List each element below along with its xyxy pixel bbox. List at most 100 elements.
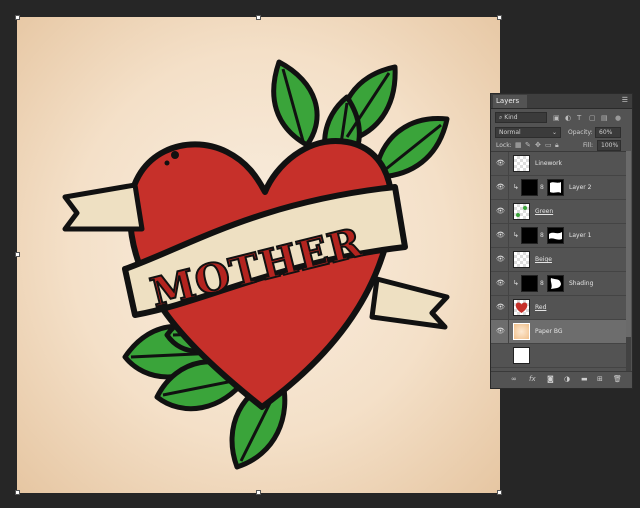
- filter-shape-icon[interactable]: ▢: [589, 113, 596, 124]
- transform-handle-tr[interactable]: [497, 15, 502, 20]
- chevron-down-icon: ⌄: [551, 129, 557, 136]
- eye-divider: [508, 296, 509, 320]
- layer-name: Layer 1: [569, 232, 592, 239]
- scrollbar-thumb[interactable]: [626, 151, 631, 337]
- mask-thumbnail: [547, 275, 564, 292]
- heart-shine-dot: [171, 151, 179, 159]
- panel-header: Layers ☰: [491, 94, 632, 109]
- link-chain-icon: 8: [540, 232, 544, 239]
- tattoo-artwork: MOTHER: [62, 59, 450, 470]
- layer-name: Red: [535, 304, 547, 311]
- filter-kind-label: Kind: [504, 114, 518, 121]
- lock-pixels-icon[interactable]: ✎: [525, 140, 531, 151]
- new-layer-icon[interactable]: ⊞: [597, 374, 603, 385]
- panel-footer: ∞ fx ◙ ◑ ▬ ⊞ 🗑︎: [491, 371, 632, 388]
- filter-toggle-icon[interactable]: ●: [615, 113, 621, 124]
- layers-panel: Layers ☰ ⌕ Kind ▣ ◐ T ▢ ▤ ● Normal ⌄ Opa…: [490, 93, 633, 389]
- layer-name: Shading: [569, 280, 594, 287]
- red-heart-preview: [515, 302, 528, 313]
- eye-divider: [508, 152, 509, 176]
- opacity-value: 60%: [599, 129, 613, 136]
- layer-thumbnail: [513, 203, 530, 220]
- blend-row: Normal ⌄ Opacity: 60%: [491, 126, 632, 140]
- filter-pixel-icon[interactable]: ▣: [553, 113, 560, 124]
- mask-shape: [549, 232, 562, 240]
- mask-shape: [550, 278, 561, 289]
- transform-handle-ml[interactable]: [15, 252, 20, 257]
- layer-row-beige[interactable]: 👁︎ Beige: [491, 248, 627, 272]
- eye-divider: [508, 272, 509, 296]
- filter-row: ⌕ Kind ▣ ◐ T ▢ ▤ ●: [491, 111, 632, 125]
- clip-arrow-icon: ↳: [513, 183, 519, 191]
- layer-row-paper-bg[interactable]: 👁︎ Paper BG: [491, 320, 627, 344]
- visibility-eye-icon[interactable]: 👁︎: [496, 327, 505, 335]
- adjustment-icon[interactable]: ◑: [564, 374, 570, 385]
- layer-list-scrollbar[interactable]: [626, 151, 631, 373]
- panel-menu-icon[interactable]: ☰: [622, 96, 628, 104]
- lock-position-icon[interactable]: ✥: [535, 140, 541, 151]
- mask-icon[interactable]: ◙: [547, 374, 554, 385]
- visibility-eye-icon[interactable]: 👁︎: [496, 231, 505, 239]
- lock-all-icon[interactable]: 🔒︎: [555, 140, 559, 151]
- transform-handle-br[interactable]: [497, 490, 502, 495]
- layer-row-shading[interactable]: 👁︎ ↳ 8 Shading: [491, 272, 627, 296]
- layer-thumbnail: [513, 155, 530, 172]
- trash-icon[interactable]: 🗑︎: [613, 374, 622, 385]
- visibility-eye-icon[interactable]: 👁︎: [496, 159, 505, 167]
- layer-name: Linework: [535, 160, 563, 167]
- layer-row-layer-2[interactable]: 👁︎ ↳ 8 Layer 2: [491, 176, 627, 200]
- adjustment-thumbnail: [521, 227, 538, 244]
- layer-row-partial: [491, 344, 627, 368]
- layer-name: Layer 2: [569, 184, 592, 191]
- blend-mode-select[interactable]: Normal ⌄: [495, 127, 561, 138]
- banner-tail-right: [369, 276, 450, 330]
- eye-divider: [508, 248, 509, 272]
- mask-thumbnail: [547, 227, 564, 244]
- tab-layers[interactable]: Layers: [493, 95, 527, 108]
- layer-list: 👁︎ Linework 👁︎ ↳ 8 Layer 2 👁︎ Green 👁︎ ↳…: [491, 151, 627, 374]
- visibility-eye-icon[interactable]: 👁︎: [496, 279, 505, 287]
- lock-transparent-icon[interactable]: ▦: [515, 140, 522, 151]
- link-chain-icon: 8: [540, 184, 544, 191]
- filter-adjustment-icon[interactable]: ◐: [565, 113, 571, 124]
- document-canvas[interactable]: MOTHER: [17, 17, 500, 493]
- fill-input[interactable]: 100%: [597, 140, 621, 151]
- mask-shape: [550, 182, 561, 193]
- layer-thumbnail: [513, 251, 530, 268]
- transform-handle-tm[interactable]: [256, 15, 261, 20]
- layer-name: Beige: [535, 256, 552, 263]
- layer-row-layer-1[interactable]: 👁︎ ↳ 8 Layer 1: [491, 224, 627, 248]
- link-icon[interactable]: ∞: [511, 374, 517, 385]
- folder-icon[interactable]: ▬: [581, 374, 588, 385]
- link-chain-icon: 8: [540, 280, 544, 287]
- search-icon: ⌕: [499, 114, 503, 121]
- layer-name: Green: [535, 208, 554, 215]
- layer-row-linework[interactable]: 👁︎ Linework: [491, 152, 627, 176]
- transform-handle-bl[interactable]: [15, 490, 20, 495]
- clip-arrow-icon: ↳: [513, 279, 519, 287]
- filter-smart-object-icon[interactable]: ▤: [601, 113, 608, 124]
- visibility-eye-icon[interactable]: 👁︎: [496, 207, 505, 215]
- lock-artboard-icon[interactable]: ▭: [545, 140, 552, 151]
- visibility-eye-icon[interactable]: 👁︎: [496, 303, 505, 311]
- green-leaf-preview: [516, 206, 527, 217]
- transform-handle-bm[interactable]: [256, 490, 261, 495]
- fill-label: Fill:: [583, 142, 594, 149]
- filter-type-icon[interactable]: T: [577, 113, 581, 124]
- mask-thumbnail: [547, 179, 564, 196]
- filter-kind-select[interactable]: ⌕ Kind: [495, 112, 547, 123]
- visibility-eye-icon[interactable]: 👁︎: [496, 255, 505, 263]
- opacity-input[interactable]: 60%: [595, 127, 621, 138]
- layer-thumbnail: [513, 299, 530, 316]
- eye-divider: [508, 320, 509, 344]
- visibility-eye-icon[interactable]: 👁︎: [496, 183, 505, 191]
- transform-handle-tl[interactable]: [15, 15, 20, 20]
- layer-row-red[interactable]: 👁︎ Red: [491, 296, 627, 320]
- layer-row-green[interactable]: 👁︎ Green: [491, 200, 627, 224]
- banner-tail-left: [62, 182, 145, 232]
- fx-icon[interactable]: fx: [529, 374, 536, 385]
- layer-thumbnail: [513, 323, 530, 340]
- layer-thumbnail: [513, 347, 530, 364]
- layer-name: Paper BG: [535, 328, 563, 335]
- eye-divider: [508, 176, 509, 200]
